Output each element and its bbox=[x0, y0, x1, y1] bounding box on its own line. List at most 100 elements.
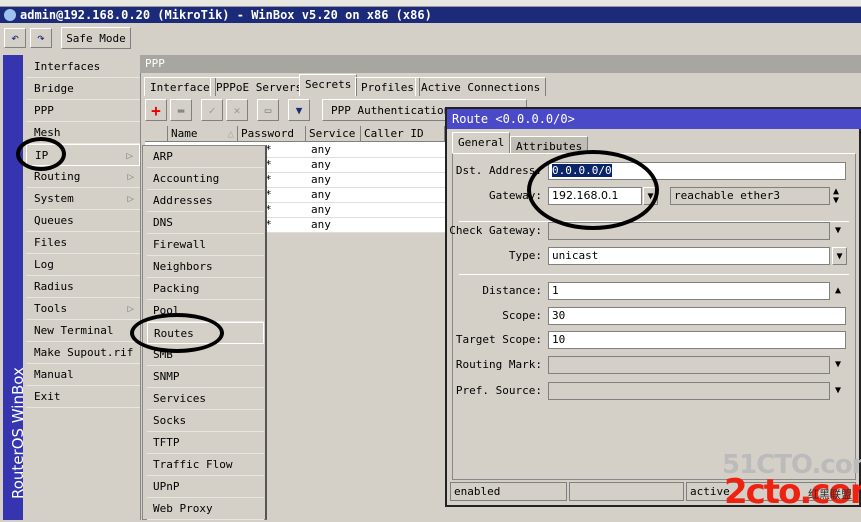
sidebar-item-make-supout[interactable]: Make Supout.rif bbox=[26, 342, 140, 364]
safe-mode-button[interactable]: Safe Mode bbox=[61, 27, 131, 49]
sidebar-item-log[interactable]: Log bbox=[26, 254, 140, 276]
routing-mark-select[interactable] bbox=[548, 356, 830, 374]
sidebar-item-interfaces[interactable]: Interfaces bbox=[26, 56, 140, 78]
sidebar-item-label: Routing bbox=[34, 170, 81, 183]
tab-general[interactable]: General bbox=[452, 132, 511, 153]
undo-icon: ↶ bbox=[11, 30, 19, 46]
type-label: Type: bbox=[508, 249, 542, 262]
cell-service: any bbox=[311, 143, 331, 156]
target-scope-label: Target Scope: bbox=[455, 333, 542, 346]
pref-source-label: Pref. Source: bbox=[455, 384, 542, 397]
winbox-logo-icon bbox=[4, 9, 16, 21]
menu-item-socks[interactable]: Socks bbox=[147, 410, 264, 432]
menu-item-dns[interactable]: DNS bbox=[147, 212, 264, 234]
sidebar-item-files[interactable]: Files bbox=[26, 232, 140, 254]
cell-service: any bbox=[311, 188, 331, 201]
filter-icon: ▼ bbox=[295, 103, 303, 117]
dropdown-icon: ▼ bbox=[836, 250, 843, 262]
sidebar-item-manual[interactable]: Manual bbox=[26, 364, 140, 386]
routeros-brand-bar: RouterOS WinBox bbox=[3, 55, 27, 520]
sidebar-item-queues[interactable]: Queues bbox=[26, 210, 140, 232]
tab-secrets[interactable]: Secrets bbox=[299, 74, 358, 96]
sort-asc-icon: △ bbox=[227, 127, 234, 140]
routing-mark-label: Routing Mark: bbox=[455, 358, 542, 371]
pref-source-select[interactable] bbox=[548, 382, 830, 400]
redo-button[interactable]: ↷ bbox=[30, 28, 52, 48]
menu-item-packing[interactable]: Packing bbox=[147, 278, 264, 300]
background-window-strip bbox=[0, 0, 861, 7]
route-dialog: Route <0.0.0.0/0> General Attributes Dst… bbox=[445, 107, 861, 507]
add-button[interactable]: + bbox=[145, 99, 167, 121]
target-scope-input[interactable]: 10 bbox=[548, 331, 846, 349]
submenu-arrow-icon: ▷ bbox=[127, 170, 134, 183]
add-remove-updown-icon[interactable]: ▲ ▼ bbox=[833, 187, 839, 206]
chevron-down-icon[interactable]: ▼ bbox=[835, 359, 841, 370]
type-dropdown-button[interactable]: ▼ bbox=[832, 247, 847, 265]
tab-profiles[interactable]: Profiles bbox=[355, 77, 420, 96]
menu-item-neighbors[interactable]: Neighbors bbox=[147, 256, 264, 278]
gateway-status-field: reachable ether3 bbox=[670, 187, 830, 205]
sidebar-item-exit[interactable]: Exit bbox=[26, 386, 140, 408]
cell-service: any bbox=[311, 158, 331, 171]
title-bar: admin@192.168.0.20 (MikroTik) - WinBox v… bbox=[0, 7, 861, 23]
sidebar-item-tools[interactable]: Tools ▷ bbox=[26, 298, 140, 320]
menu-item-accounting[interactable]: Accounting bbox=[147, 168, 264, 190]
annotation-circle-gateway bbox=[527, 150, 659, 230]
menu-item-traffic-flow[interactable]: Traffic Flow bbox=[147, 454, 264, 476]
tab-interface[interactable]: Interface bbox=[144, 77, 216, 96]
tab-active-connections[interactable]: Active Connections bbox=[415, 77, 547, 96]
menu-item-snmp[interactable]: SNMP bbox=[147, 366, 264, 388]
menu-item-firewall[interactable]: Firewall bbox=[147, 234, 264, 256]
menu-item-upnp[interactable]: UPnP bbox=[147, 476, 264, 498]
cell-service: any bbox=[311, 203, 331, 216]
column-header-caller-id[interactable]: Caller ID bbox=[361, 126, 445, 142]
type-select[interactable]: unicast bbox=[548, 247, 830, 265]
check-icon: ✓ bbox=[208, 103, 216, 117]
divider bbox=[459, 274, 849, 275]
chevron-down-icon[interactable]: ▼ bbox=[835, 385, 841, 396]
sidebar-item-label: PPP bbox=[34, 104, 54, 117]
ppp-window-title: PPP bbox=[140, 55, 861, 73]
comment-icon: ▭ bbox=[264, 103, 272, 117]
tab-pppoe-servers[interactable]: PPPoE Servers bbox=[210, 77, 309, 96]
collapse-up-icon[interactable]: ▲ bbox=[835, 285, 841, 296]
column-label: Name bbox=[171, 127, 198, 140]
column-header-name[interactable]: Name △ bbox=[168, 126, 238, 142]
sidebar-item-ppp[interactable]: PPP bbox=[26, 100, 140, 122]
menu-item-arp[interactable]: ARP bbox=[147, 146, 264, 168]
column-header-select[interactable] bbox=[145, 126, 168, 142]
status-middle bbox=[569, 482, 684, 501]
distance-input[interactable]: 1 bbox=[548, 282, 830, 300]
redo-icon: ↷ bbox=[37, 30, 45, 46]
filter-button[interactable]: ▼ bbox=[288, 99, 310, 121]
menu-item-addresses[interactable]: Addresses bbox=[147, 190, 264, 212]
menu-item-web-proxy[interactable]: Web Proxy bbox=[147, 498, 264, 520]
menu-item-services[interactable]: Services bbox=[147, 388, 264, 410]
plus-icon: + bbox=[151, 100, 161, 120]
sidebar-item-label: Bridge bbox=[34, 82, 74, 95]
minus-icon: ▬ bbox=[177, 103, 185, 117]
sidebar-item-system[interactable]: System ▷ bbox=[26, 188, 140, 210]
scope-input[interactable]: 30 bbox=[548, 307, 846, 325]
cell-service: any bbox=[311, 218, 331, 231]
comment-button[interactable]: ▭ bbox=[257, 99, 279, 121]
remove-button[interactable]: ▬ bbox=[170, 99, 192, 121]
status-enabled: enabled bbox=[450, 482, 567, 501]
sidebar-item-label: Manual bbox=[34, 368, 74, 381]
disable-button[interactable]: ✕ bbox=[226, 99, 248, 121]
chevron-down-icon[interactable]: ▼ bbox=[835, 225, 841, 236]
check-gateway-label: Check Gateway: bbox=[449, 224, 542, 237]
menu-item-tftp[interactable]: TFTP bbox=[147, 432, 264, 454]
sidebar-item-bridge[interactable]: Bridge bbox=[26, 78, 140, 100]
sidebar-item-radius[interactable]: Radius bbox=[26, 276, 140, 298]
sidebar-item-new-terminal[interactable]: New Terminal bbox=[26, 320, 140, 342]
sidebar-item-label: Files bbox=[34, 236, 68, 249]
distance-label: Distance: bbox=[482, 284, 542, 297]
column-header-password[interactable]: Password bbox=[238, 126, 306, 142]
enable-button[interactable]: ✓ bbox=[201, 99, 223, 121]
column-header-service[interactable]: Service bbox=[306, 126, 361, 142]
brand-text: RouterOS WinBox bbox=[9, 367, 27, 499]
undo-button[interactable]: ↶ bbox=[4, 28, 26, 48]
submenu-arrow-icon: ▷ bbox=[127, 302, 134, 315]
sidebar-item-label: Interfaces bbox=[34, 60, 101, 73]
